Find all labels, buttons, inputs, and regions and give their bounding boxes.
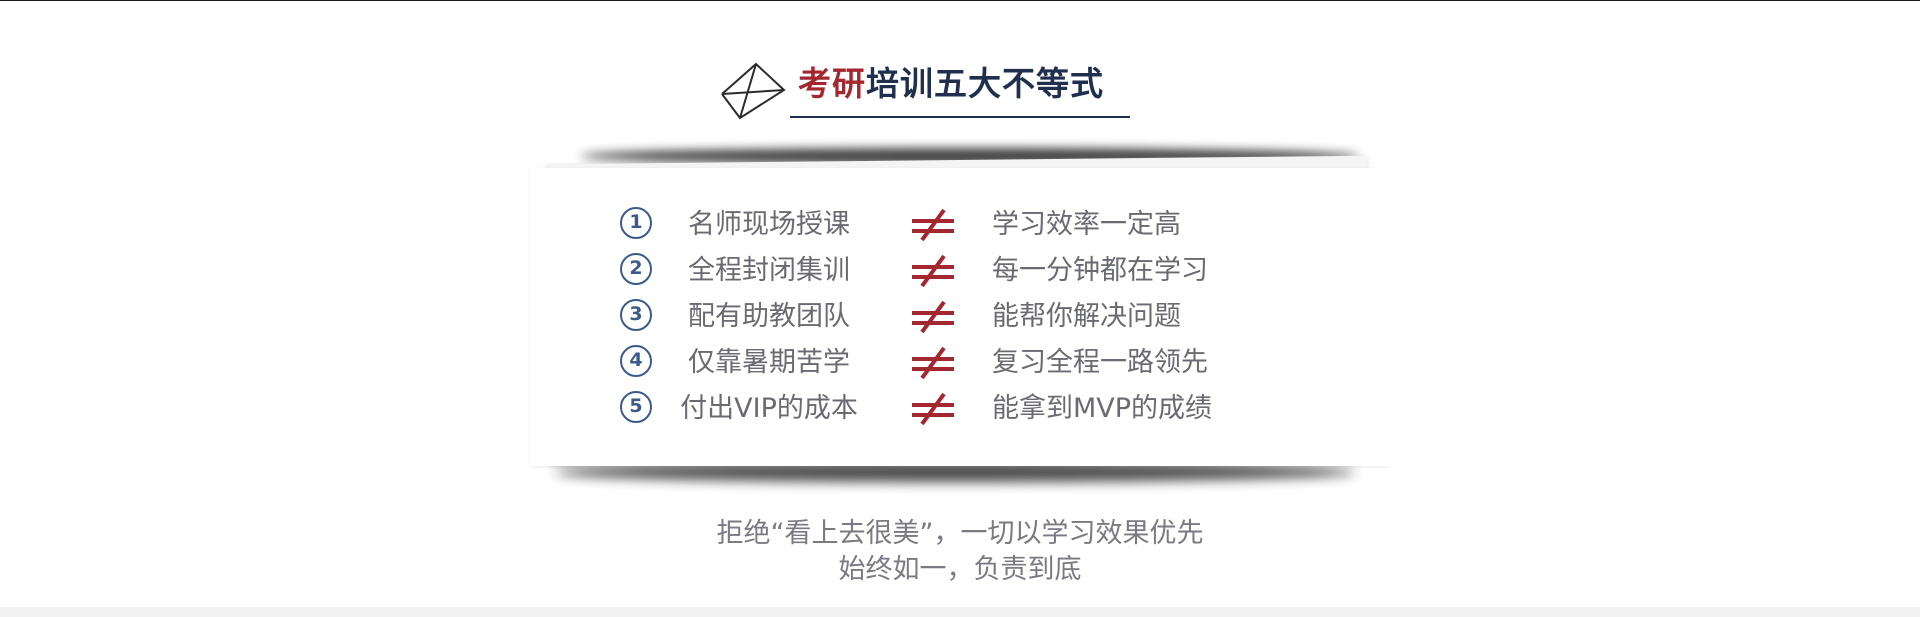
title-accent-text: 考研: [798, 64, 866, 103]
row-claim: 名师现场授课: [688, 209, 850, 240]
list-item: 1 名师现场授课 学习效率一定高: [620, 205, 1340, 245]
row-number-badge: 2: [620, 253, 652, 285]
row-result: 学习效率一定高: [992, 209, 1181, 240]
not-equal-icon: [912, 393, 954, 425]
slogan-line-1: 拒绝“看上去很美”，一切以学习效果优先: [716, 518, 1204, 549]
list-item: 5 付出VIP的成本 能拿到MVP的成绩: [620, 389, 1340, 429]
page: 考研培训五大不等式 1 名师现场授课 学习效率一定高 2 全程封闭集训 每一分钟…: [0, 0, 1920, 617]
title-main-text: 培训五大不等式: [866, 64, 1104, 103]
section-title: 考研培训五大不等式: [718, 58, 1138, 124]
slogan: 拒绝“看上去很美”，一切以学习效果优先 始终如一，负责到底: [560, 516, 1360, 588]
row-number-badge: 5: [620, 391, 652, 423]
bottom-strip: [0, 607, 1920, 617]
not-equal-icon: [912, 255, 954, 287]
row-number-badge: 3: [620, 299, 652, 331]
row-number-badge: 4: [620, 345, 652, 377]
paper-edge-fade: [1390, 168, 1590, 466]
list-item: 3 配有助教团队 能帮你解决问题: [620, 297, 1340, 337]
row-result: 复习全程一路领先: [992, 347, 1208, 378]
row-claim: 配有助教团队: [688, 301, 850, 332]
row-claim: 付出VIP的成本: [680, 393, 858, 424]
not-equal-icon: [912, 301, 954, 333]
slogan-line-2: 始终如一，负责到底: [838, 554, 1082, 585]
title-underline: [790, 116, 1130, 118]
row-number-badge: 1: [620, 207, 652, 239]
row-result: 每一分钟都在学习: [992, 255, 1208, 286]
row-claim: 全程封闭集训: [688, 255, 850, 286]
not-equal-icon: [912, 347, 954, 379]
top-divider: [0, 0, 1920, 1]
page-title: 考研培训五大不等式: [798, 64, 1104, 104]
paper-plane-outline-icon: [721, 62, 786, 120]
not-equal-icon: [912, 209, 954, 241]
row-result: 能帮你解决问题: [992, 301, 1181, 332]
list-item: 2 全程封闭集训 每一分钟都在学习: [620, 251, 1340, 291]
row-claim: 仅靠暑期苦学: [688, 347, 850, 378]
row-result: 能拿到MVP的成绩: [992, 393, 1213, 424]
list-item: 4 仅靠暑期苦学 复习全程一路领先: [620, 343, 1340, 383]
